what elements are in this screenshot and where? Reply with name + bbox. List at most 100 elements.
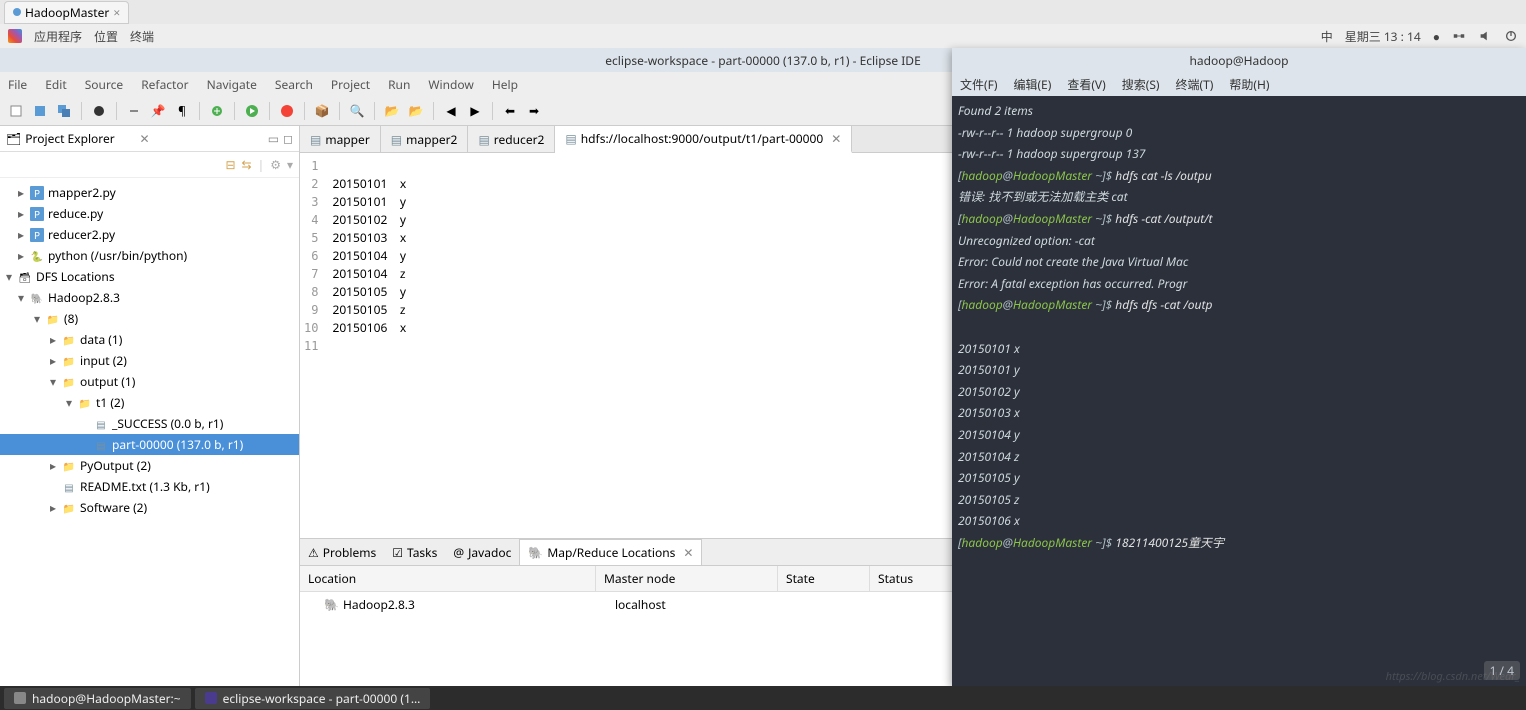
term-menu-file[interactable]: 文件(F) <box>960 76 997 93</box>
menu-file[interactable]: File <box>8 76 27 93</box>
tree-item[interactable]: ▸📁data (1) <box>0 329 299 350</box>
term-menu-edit[interactable]: 编辑(E) <box>1013 76 1051 93</box>
twisty-icon[interactable]: ▸ <box>48 457 58 474</box>
menu-navigate[interactable]: Navigate <box>207 76 257 93</box>
file-tree[interactable]: ▸Pmapper2.py▸Preduce.py▸Preducer2.py▸🐍py… <box>0 178 299 688</box>
prev-annotation-icon[interactable]: ◀ <box>441 101 461 121</box>
tree-item[interactable]: ▸Pmapper2.py <box>0 182 299 203</box>
taskbar-item-terminal[interactable]: hadoop@HadoopMaster:~ <box>4 688 191 709</box>
close-icon[interactable]: ✕ <box>683 544 693 561</box>
bottom-tab[interactable]: ☑Tasks <box>384 539 445 565</box>
tree-item[interactable]: ▾📁(8) <box>0 308 299 329</box>
maximize-icon[interactable]: ◻ <box>283 130 293 147</box>
close-icon[interactable]: × <box>113 4 120 21</box>
term-menu-view[interactable]: 查看(V) <box>1067 76 1105 93</box>
menu-refactor[interactable]: Refactor <box>141 76 188 93</box>
twisty-icon[interactable]: ▸ <box>16 205 26 222</box>
tree-item[interactable]: ▸📁PyOutput (2) <box>0 455 299 476</box>
menu-window[interactable]: Window <box>428 76 474 93</box>
close-icon[interactable]: ✕ <box>831 130 841 147</box>
paragraph-icon[interactable]: ¶ <box>172 101 192 121</box>
tree-item[interactable]: ▸Preducer2.py <box>0 224 299 245</box>
tree-item[interactable]: ▤part-00000 (137.0 b, r1) <box>0 434 299 455</box>
tree-item[interactable]: ▸📁Software (2) <box>0 497 299 518</box>
panel-menu-terminal[interactable]: 终端 <box>130 28 154 45</box>
link-editor-icon[interactable]: ⇆ <box>242 156 252 173</box>
tree-item[interactable]: ▾📁output (1) <box>0 371 299 392</box>
search-icon[interactable]: 🔍 <box>347 101 367 121</box>
tree-item[interactable]: ▤_SUCCESS (0.0 b, r1) <box>0 413 299 434</box>
view-menu-icon[interactable]: ▾ <box>287 156 293 173</box>
twisty-icon[interactable]: ▾ <box>4 268 14 285</box>
col-master[interactable]: Master node <box>596 566 778 591</box>
tree-item[interactable]: ▤README.txt (1.3 Kb, r1) <box>0 476 299 497</box>
back-icon[interactable]: ⬅ <box>500 101 520 121</box>
menu-edit[interactable]: Edit <box>45 76 66 93</box>
tree-item[interactable]: ▸📁input (2) <box>0 350 299 371</box>
next-annotation-icon[interactable]: ▶ <box>465 101 485 121</box>
tree-item[interactable]: ▾🐘Hadoop2.8.3 <box>0 287 299 308</box>
tab-icon: @ <box>453 544 464 561</box>
menu-project[interactable]: Project <box>331 76 370 93</box>
tree-item[interactable]: ▾🗃DFS Locations <box>0 266 299 287</box>
window-tab[interactable]: HadoopMaster × <box>4 1 129 24</box>
menu-source[interactable]: Source <box>85 76 124 93</box>
activities-icon[interactable] <box>8 29 22 43</box>
build-icon[interactable] <box>89 101 109 121</box>
editor-tab[interactable]: ▤mapper <box>300 126 381 152</box>
debug-icon[interactable] <box>207 101 227 121</box>
menu-help[interactable]: Help <box>492 76 518 93</box>
editor-tab[interactable]: ▤mapper2 <box>381 126 469 152</box>
term-menu-search[interactable]: 搜索(S) <box>1122 76 1160 93</box>
twisty-icon[interactable]: ▾ <box>16 289 26 306</box>
open-type-icon[interactable]: 📂 <box>406 101 426 121</box>
run-last-icon[interactable] <box>277 101 297 121</box>
tree-item[interactable]: ▸🐍python (/usr/bin/python) <box>0 245 299 266</box>
input-method-indicator[interactable]: 中 <box>1321 28 1333 45</box>
twisty-icon[interactable]: ▸ <box>16 184 26 201</box>
power-icon[interactable] <box>1504 29 1518 43</box>
tree-item[interactable]: ▸Preduce.py <box>0 203 299 224</box>
editor-tab[interactable]: ▤reducer2 <box>468 126 555 152</box>
col-location[interactable]: Location <box>300 566 596 591</box>
forward-icon[interactable]: ➡ <box>524 101 544 121</box>
bottom-tab[interactable]: @Javadoc <box>445 539 519 565</box>
editor-tab[interactable]: ▤hdfs://localhost:9000/output/t1/part-00… <box>555 126 852 153</box>
panel-menu-places[interactable]: 位置 <box>94 28 118 45</box>
link-icon[interactable] <box>124 101 144 121</box>
terminal-body[interactable]: Found 2 items-rw-r--r-- 1 hadoop supergr… <box>952 96 1526 686</box>
minimize-icon[interactable]: ▭ <box>268 130 279 147</box>
twisty-icon[interactable]: ▸ <box>48 331 58 348</box>
network-icon[interactable] <box>1452 29 1466 43</box>
filter-icon[interactable]: ⚙ <box>270 156 281 173</box>
twisty-icon[interactable]: ▸ <box>48 499 58 516</box>
bottom-tab[interactable]: 🐘Map/Reduce Locations✕ <box>519 539 702 565</box>
bottom-tab[interactable]: ⚠Problems <box>300 539 384 565</box>
tree-label: reduce.py <box>48 205 103 222</box>
open-folder-icon[interactable]: 📂 <box>382 101 402 121</box>
twisty-icon[interactable]: ▾ <box>64 394 74 411</box>
new-icon[interactable] <box>6 101 26 121</box>
panel-menu-apps[interactable]: 应用程序 <box>34 28 82 45</box>
new-package-icon[interactable]: 📦 <box>312 101 332 121</box>
twisty-icon[interactable]: ▾ <box>48 373 58 390</box>
twisty-icon[interactable]: ▾ <box>32 310 42 327</box>
clock[interactable]: 星期三 13 : 14 <box>1345 28 1421 45</box>
pin-icon[interactable]: 📌 <box>148 101 168 121</box>
twisty-icon[interactable]: ▸ <box>48 352 58 369</box>
run-icon[interactable] <box>242 101 262 121</box>
term-menu-help[interactable]: 帮助(H) <box>1229 76 1269 93</box>
taskbar-item-eclipse[interactable]: eclipse-workspace - part-00000 (1… <box>195 688 431 709</box>
menu-run[interactable]: Run <box>388 76 410 93</box>
menu-search[interactable]: Search <box>275 76 313 93</box>
collapse-all-icon[interactable]: ⊟ <box>225 156 235 173</box>
tree-item[interactable]: ▾📁t1 (2) <box>0 392 299 413</box>
close-view-icon[interactable]: ✕ <box>139 130 149 147</box>
term-menu-terminal[interactable]: 终端(T) <box>1176 76 1214 93</box>
volume-icon[interactable] <box>1478 29 1492 43</box>
save-all-icon[interactable] <box>54 101 74 121</box>
twisty-icon[interactable]: ▸ <box>16 226 26 243</box>
save-icon[interactable] <box>30 101 50 121</box>
twisty-icon[interactable]: ▸ <box>16 247 26 264</box>
col-state[interactable]: State <box>778 566 870 591</box>
